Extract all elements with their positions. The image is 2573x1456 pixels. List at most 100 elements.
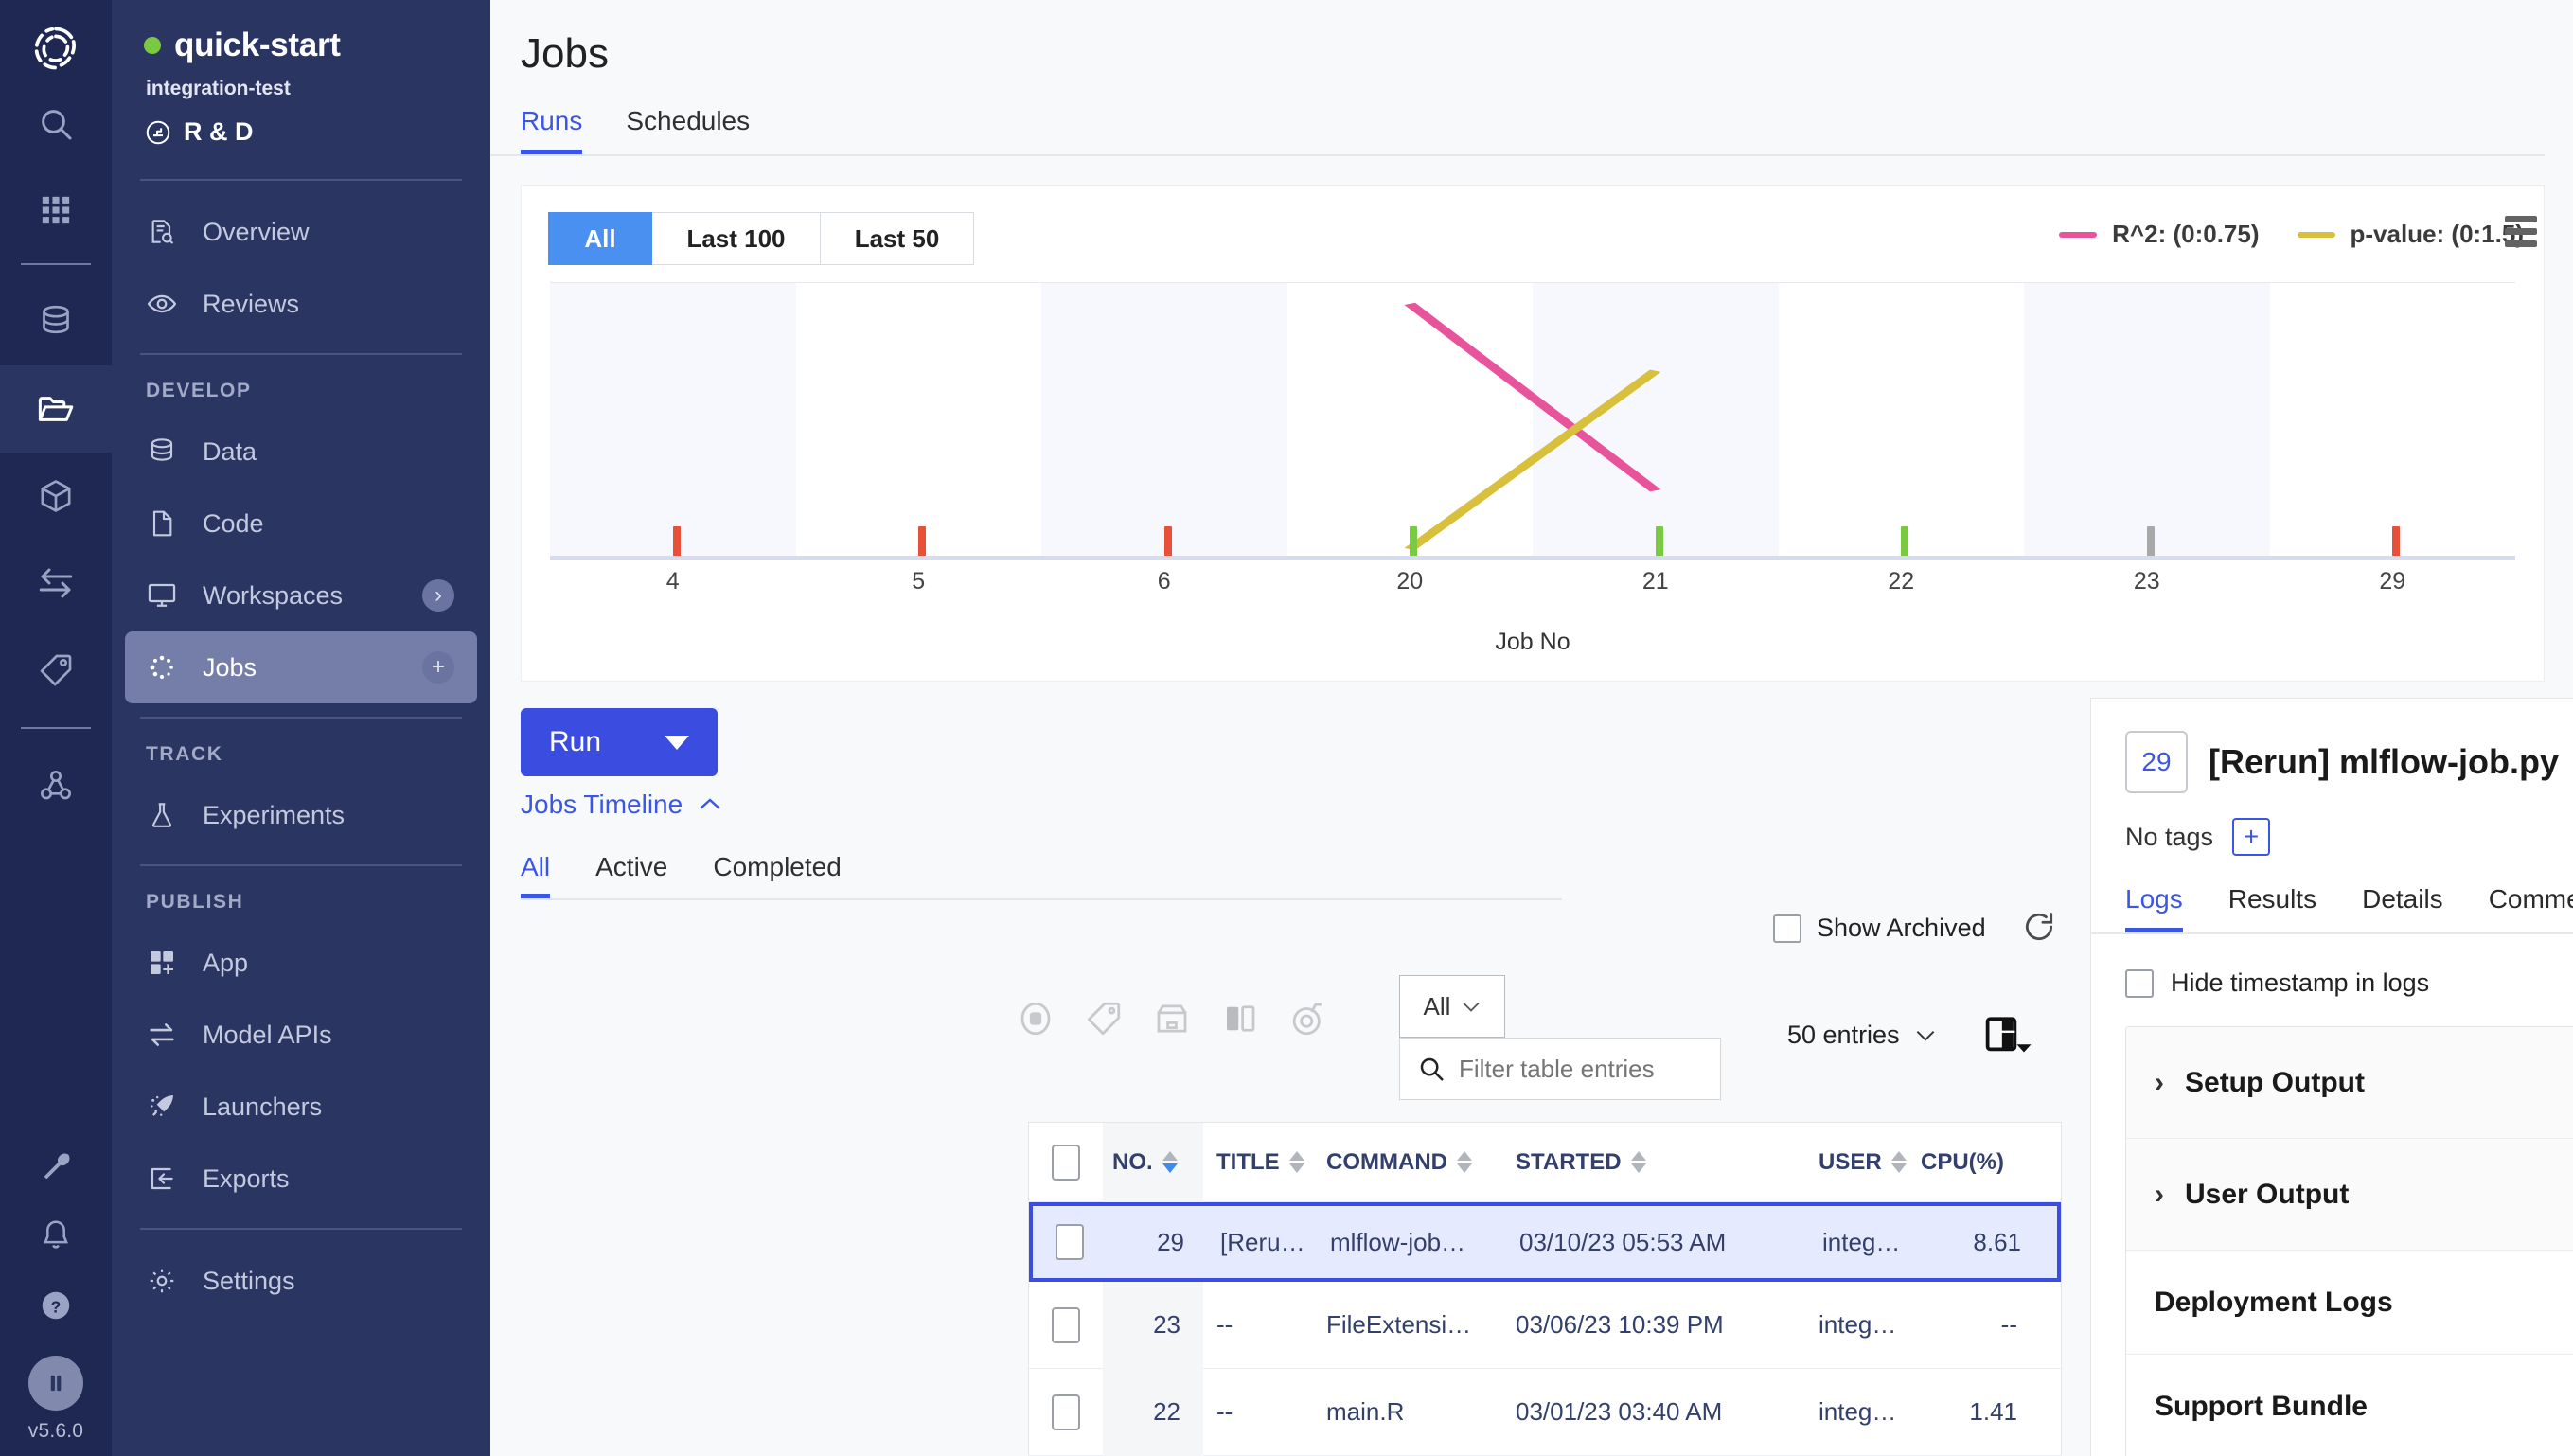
column-settings-icon[interactable] xyxy=(1981,1015,2032,1056)
show-archived-toggle[interactable]: Show Archived xyxy=(1773,914,1986,943)
status-marker[interactable] xyxy=(2392,526,2401,557)
org-row[interactable]: R & D xyxy=(144,117,458,147)
share-nodes-icon[interactable] xyxy=(0,742,112,829)
sidebar-item-app[interactable]: App xyxy=(125,927,477,999)
stop-circle-icon[interactable] xyxy=(1016,999,1056,1039)
column-header-user[interactable]: USER xyxy=(1798,1149,1911,1176)
sort-icon[interactable] xyxy=(1288,1151,1304,1173)
support-bundle-label: Support Bundle xyxy=(2155,1391,2368,1422)
tab-results[interactable]: Results xyxy=(2228,884,2316,932)
pause-icon[interactable] xyxy=(28,1356,83,1411)
table-row[interactable]: 23 -- FileExtensi… 03/06/23 10:39 PM int… xyxy=(1029,1281,2061,1369)
sidebar-item-code[interactable]: Code xyxy=(125,488,477,559)
x-tick: 6 xyxy=(1157,568,1171,595)
tag-icon[interactable] xyxy=(0,627,112,714)
run-button-label: Run xyxy=(549,726,602,757)
column-header-title[interactable]: TITLE xyxy=(1203,1149,1313,1176)
tab-details[interactable]: Details xyxy=(2362,884,2443,932)
status-marker[interactable] xyxy=(672,526,681,557)
target-icon[interactable] xyxy=(1288,999,1328,1039)
column-header-command[interactable]: COMMAND xyxy=(1313,1149,1502,1176)
apps-grid-icon[interactable] xyxy=(0,170,112,250)
sidebar-item-data[interactable]: Data xyxy=(125,416,477,488)
tab-logs[interactable]: Logs xyxy=(2125,884,2183,932)
tab-active[interactable]: Active xyxy=(595,852,667,898)
sidebar-item-settings[interactable]: Settings xyxy=(125,1245,477,1317)
column-header-no[interactable]: NO. xyxy=(1103,1122,1203,1202)
bell-icon[interactable] xyxy=(0,1200,112,1270)
status-marker[interactable] xyxy=(1655,526,1663,557)
column-header-cpu[interactable]: CPU(%) xyxy=(1911,1149,2032,1176)
column-header-started[interactable]: STARTED xyxy=(1502,1149,1798,1176)
compare-columns-icon[interactable] xyxy=(1220,999,1260,1039)
hide-timestamp-checkbox[interactable] xyxy=(2125,968,2154,998)
sidebar-item-jobs[interactable]: Jobs + xyxy=(125,631,477,703)
transfer-arrows-icon[interactable] xyxy=(0,540,112,627)
tag-icon[interactable] xyxy=(1084,999,1124,1039)
hamburger-menu-icon[interactable] xyxy=(2505,216,2537,247)
row-checkbox[interactable] xyxy=(1033,1224,1107,1260)
row-checkbox[interactable] xyxy=(1029,1306,1103,1343)
tab-comments[interactable]: Comments xyxy=(2489,884,2573,932)
log-section-setup-output[interactable]: › Setup Output xyxy=(2126,1027,2573,1139)
table-row[interactable]: 22 -- main.R 03/01/23 03:40 AM integ… 1.… xyxy=(1029,1368,2061,1456)
status-marker[interactable] xyxy=(1163,526,1172,557)
sort-icon[interactable] xyxy=(1630,1151,1646,1173)
logo-icon[interactable] xyxy=(27,19,85,78)
legend-item-pvalue[interactable]: p-value: (0:1.5) xyxy=(2297,220,2524,249)
range-last100-button[interactable]: Last 100 xyxy=(652,212,821,265)
column-label: TITLE xyxy=(1216,1148,1280,1175)
search-icon[interactable] xyxy=(0,78,112,170)
sidebar-divider-1 xyxy=(140,179,462,181)
plus-circle-icon[interactable]: + xyxy=(422,651,454,684)
status-marker[interactable] xyxy=(1901,526,1909,557)
add-tag-button[interactable]: + xyxy=(2232,818,2271,856)
row-checkbox[interactable] xyxy=(1029,1394,1103,1430)
archive-icon[interactable] xyxy=(1152,999,1192,1039)
help-icon[interactable]: ? xyxy=(0,1270,112,1341)
sort-icon[interactable] xyxy=(1162,1151,1178,1173)
folder-open-icon[interactable] xyxy=(0,365,112,453)
status-filter-dropdown[interactable]: All xyxy=(1399,975,1505,1038)
chevron-down-icon[interactable] xyxy=(665,735,689,750)
tab-all[interactable]: All xyxy=(521,852,551,898)
wrench-icon[interactable] xyxy=(0,1130,112,1200)
chevron-right-circle-icon[interactable]: › xyxy=(422,579,454,612)
legend-item-r2[interactable]: R^2: (0:0.75) xyxy=(2059,220,2260,249)
app-root: ? v5.6.0 quick-start integration-test R … xyxy=(0,0,2573,1456)
search-input[interactable] xyxy=(1459,1054,1695,1084)
select-all-checkbox[interactable] xyxy=(1029,1144,1103,1181)
tab-schedules[interactable]: Schedules xyxy=(626,106,750,154)
tab-completed[interactable]: Completed xyxy=(713,852,841,898)
filter-input-wrapper[interactable] xyxy=(1399,1038,1721,1100)
status-marker[interactable] xyxy=(1410,526,1418,557)
sidebar-item-launchers[interactable]: Launchers xyxy=(125,1071,477,1143)
status-marker[interactable] xyxy=(2146,526,2155,557)
tab-runs[interactable]: Runs xyxy=(521,106,583,154)
status-marker[interactable] xyxy=(918,526,927,557)
sort-icon[interactable] xyxy=(1456,1151,1472,1173)
sidebar-item-workspaces[interactable]: Workspaces › xyxy=(125,559,477,631)
sort-icon[interactable] xyxy=(1890,1151,1907,1173)
job-number-badge: 29 xyxy=(2125,731,2188,793)
sidebar-item-reviews[interactable]: Reviews xyxy=(125,268,477,340)
run-button[interactable]: Run xyxy=(521,708,718,776)
sidebar-item-exports[interactable]: Exports xyxy=(125,1143,477,1215)
table-row[interactable]: 29 [Reru… mlflow-job… 03/10/23 05:53 AM … xyxy=(1029,1202,2061,1282)
sidebar-item-experiments[interactable]: Experiments xyxy=(125,779,477,851)
database-icon[interactable] xyxy=(0,278,112,365)
refresh-icon[interactable] xyxy=(2021,909,2057,945)
cube-icon[interactable] xyxy=(0,453,112,540)
sidebar-item-overview[interactable]: Overview xyxy=(125,196,477,268)
show-archived-checkbox[interactable] xyxy=(1773,914,1801,943)
document-search-icon xyxy=(146,217,178,247)
gear-icon xyxy=(146,1266,178,1296)
range-all-button[interactable]: All xyxy=(548,212,652,265)
table-toolbar xyxy=(1016,999,1328,1039)
log-section-user-output[interactable]: › User Output xyxy=(2126,1139,2573,1251)
sidebar-item-model-apis[interactable]: Model APIs xyxy=(125,999,477,1071)
entries-per-page-dropdown[interactable]: 50 entries xyxy=(1787,1021,1936,1050)
project-row[interactable]: quick-start xyxy=(144,27,458,64)
hide-timestamp-toggle[interactable]: Hide timestamp in logs xyxy=(2091,934,2573,998)
range-last50-button[interactable]: Last 50 xyxy=(821,212,974,265)
